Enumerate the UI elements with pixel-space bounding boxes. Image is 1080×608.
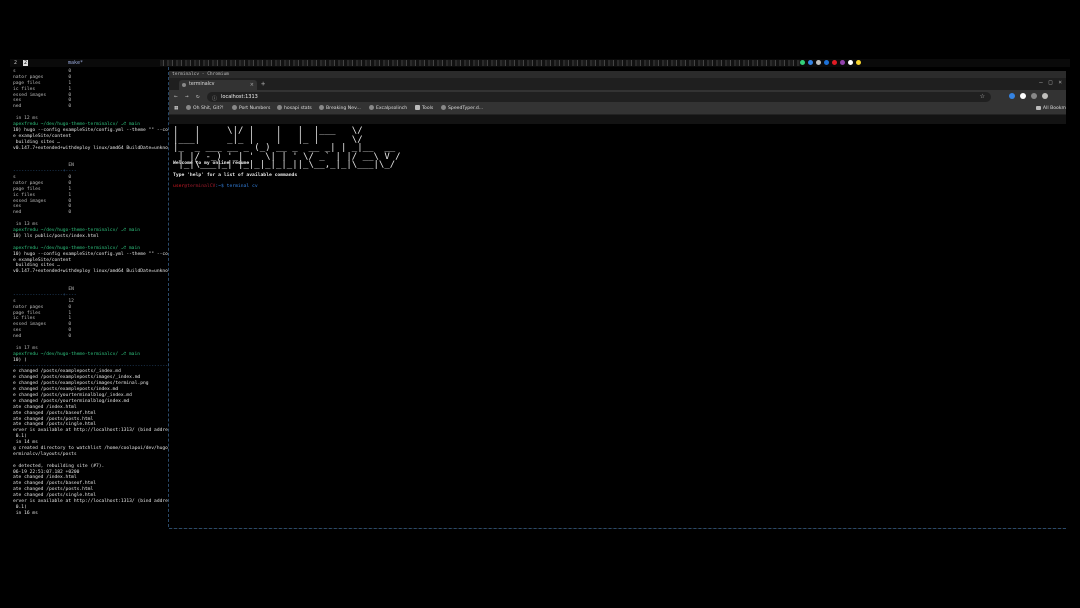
close-window-icon[interactable]: ×	[1058, 79, 1062, 86]
bookmark-excalpsolinch[interactable]: Excalpsolinch	[369, 104, 407, 114]
taskbar-strip	[160, 60, 800, 66]
tab-strip: terminalcv × + – □ ×	[169, 78, 1066, 90]
help-hint: Type 'help' for a list of available comm…	[173, 173, 298, 178]
browser-window: terminalcv - Chromium terminalcv × + – □…	[169, 71, 1066, 529]
back-icon[interactable]: ←	[174, 93, 178, 101]
terminal-line: v0.147.7+extended+withdeploy linux/amd64…	[13, 145, 169, 151]
active-app-label: make*	[68, 60, 84, 66]
url-text: localhost:1313	[221, 94, 258, 100]
welcome-text: Welcome to my online resume	[173, 161, 250, 166]
command-prompt[interactable]: user@terminalCV:~$ terminal cv	[173, 184, 258, 189]
bookmark-oh-shit-git[interactable]: Oh Shit, Git?!	[186, 104, 224, 114]
site-info-icon[interactable]: ⓘ	[212, 94, 217, 104]
maximize-icon[interactable]: □	[1049, 79, 1053, 86]
terminal-pane[interactable]: s 0 nator pages 0 page files 1 ic files 1 es…	[10, 67, 169, 527]
page-content[interactable]: | | \|/ | | | |___ \/ |___| _|_ | | |_ |…	[169, 124, 1066, 528]
prompt-user: user	[173, 184, 185, 189]
terminal-line: 10) hugo --config exampleSite/config.yml…	[13, 251, 169, 257]
extension-icon[interactable]	[1009, 93, 1015, 99]
terminal-line: 10) hugo --config exampleSite/config.yml…	[13, 127, 169, 133]
tray-icon[interactable]	[848, 60, 853, 65]
bookmark-port-numbers[interactable]: Port Numbers	[232, 104, 270, 114]
tray-icon[interactable]	[840, 60, 845, 65]
workspace-2[interactable]: 2	[23, 60, 29, 66]
extensions-area[interactable]	[1009, 93, 1048, 99]
bookmarks-bar: ▦ Oh Shit, Git?! Port Numbers hosapi sta…	[169, 104, 1066, 115]
extension-icon[interactable]	[1042, 93, 1048, 99]
bookmark-speedtyper[interactable]: SpeedTyper.d...	[441, 104, 483, 114]
tray-icon[interactable]	[856, 60, 861, 65]
tray-icon[interactable]	[816, 60, 821, 65]
prompt-command: terminal cv	[223, 184, 258, 189]
prompt-host: @terminalCV	[184, 184, 216, 189]
terminal-output: s 0 nator pages 0 page files 1 ic files 1 es…	[13, 69, 169, 517]
tab-terminalcv[interactable]: terminalcv ×	[179, 80, 257, 90]
minimize-icon[interactable]: –	[1039, 79, 1043, 86]
terminal-line: erver is available at http://localhost:1…	[13, 499, 169, 505]
window-controls: – □ ×	[1039, 79, 1062, 86]
bookmark-folder-tools[interactable]: Tools	[415, 104, 433, 114]
prompt-path: :~$	[215, 184, 224, 189]
bookmark-star-icon[interactable]: ☆	[980, 92, 985, 102]
forward-icon[interactable]: →	[185, 93, 189, 101]
tray-icon[interactable]	[800, 60, 805, 65]
extension-icon[interactable]	[1020, 93, 1026, 99]
terminal-line: erver is available at http://localhost:1…	[13, 428, 169, 434]
tray-icon[interactable]	[832, 60, 837, 65]
workspace-1[interactable]: 2	[14, 60, 17, 66]
extension-icon[interactable]	[1031, 93, 1037, 99]
tab-title: terminalcv	[189, 82, 215, 87]
system-top-bar: 2 2 make*	[10, 59, 1070, 67]
tray-icon[interactable]	[808, 60, 813, 65]
address-bar[interactable]: ⓘ localhost:1313 ☆	[207, 92, 991, 102]
new-tab-button[interactable]: +	[261, 80, 265, 89]
tray-icon[interactable]	[824, 60, 829, 65]
favicon-icon	[182, 83, 186, 87]
bookmark-breaking-news[interactable]: Breaking Nev...	[319, 104, 361, 114]
reload-icon[interactable]: ↻	[196, 93, 200, 101]
system-tray[interactable]	[800, 60, 861, 66]
workspace-switcher[interactable]: 2 2	[14, 59, 29, 67]
browser-title-bar: terminalcv - Chromium	[169, 71, 1066, 78]
close-tab-icon[interactable]: ×	[250, 80, 254, 90]
navigation-bar: ← → ↻ ⓘ localhost:1313 ☆	[169, 90, 1066, 104]
terminal-line: v0.147.7+extended+withdeploy linux/amd64…	[13, 269, 169, 275]
apps-grid-icon[interactable]: ▦	[174, 104, 178, 114]
bookmark-hosapi-stats[interactable]: hosapi stats	[277, 104, 312, 114]
all-bookmarks-button[interactable]: All Bookm	[1035, 104, 1066, 114]
terminal-line: in 16 ms	[13, 510, 38, 516]
